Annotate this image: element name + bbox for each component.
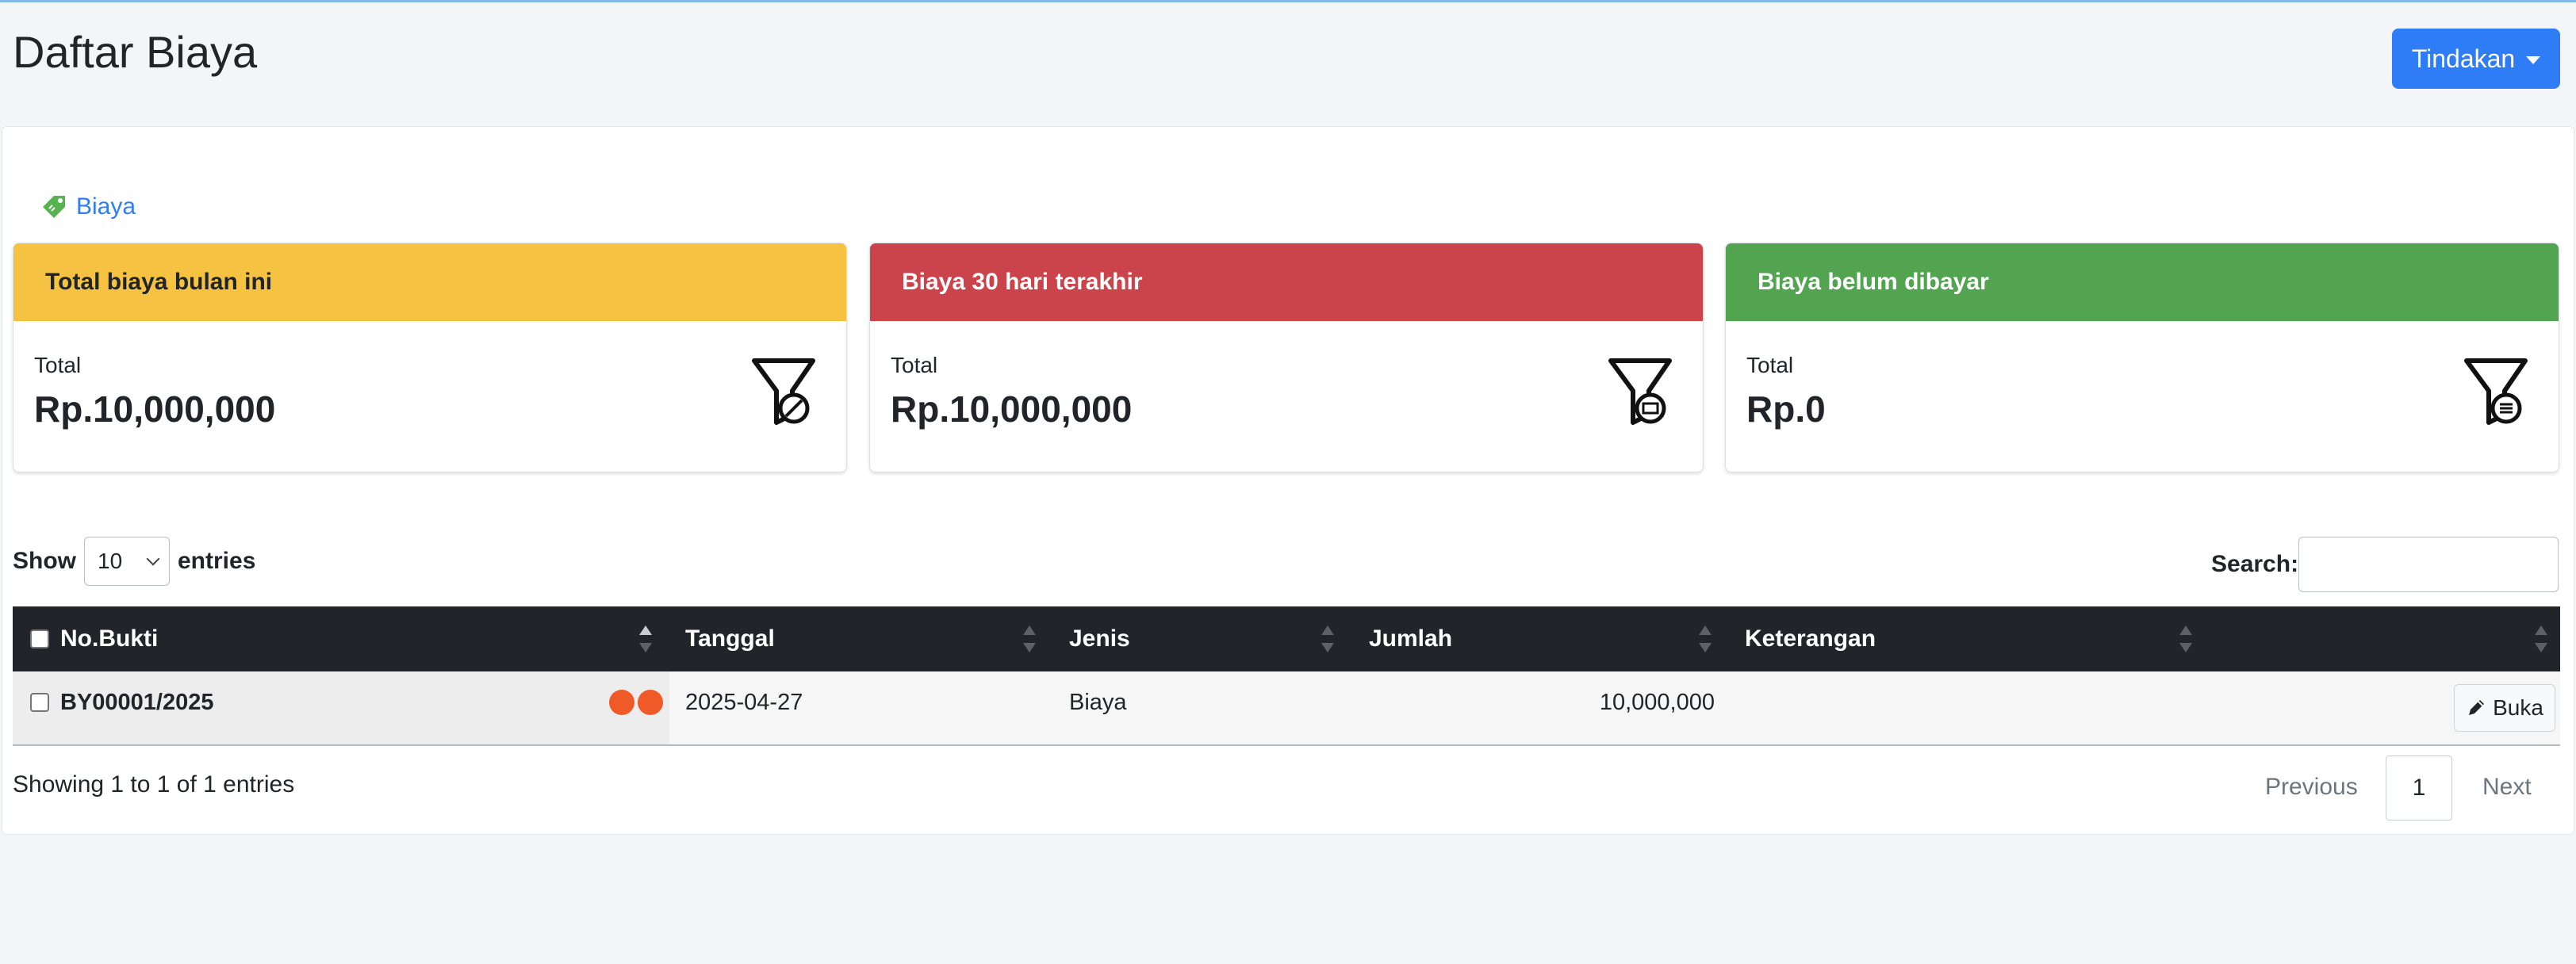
- column-header-jenis[interactable]: Jenis: [1069, 606, 1130, 671]
- card-title: Biaya 30 hari terakhir: [870, 243, 1703, 321]
- tab-label: Biaya: [76, 193, 136, 220]
- cell-tanggal: 2025-04-27: [685, 689, 803, 715]
- sort-icon: [2179, 625, 2192, 652]
- show-label: Show: [13, 548, 76, 574]
- table-header: No.Bukti Tanggal Jenis Jumlah Keterangan: [13, 606, 2560, 671]
- card-value: Rp.10,000,000: [891, 388, 1133, 430]
- table-row[interactable]: BY00001/2025 2025-04-27 Biaya 10,000,000…: [13, 671, 2560, 746]
- summary-card-month: Total biaya bulan ini Total Rp.10,000,00…: [13, 243, 847, 472]
- funnel-icon: [1608, 356, 1674, 431]
- pencil-icon: [2469, 700, 2485, 715]
- actions-button-label: Tindakan: [2411, 44, 2516, 73]
- card-value: Rp.0: [1746, 388, 1826, 430]
- sort-icon: [1023, 625, 1036, 652]
- actions-dropdown-button[interactable]: Tindakan: [2392, 29, 2560, 89]
- card-label: Total: [891, 353, 938, 377]
- row-checkbox[interactable]: [30, 671, 49, 733]
- sort-icon: [1699, 625, 1712, 652]
- entries-label: entries: [178, 548, 256, 574]
- card-label: Total: [34, 353, 82, 377]
- status-dot-icon: [609, 690, 634, 715]
- cell-jenis: Biaya: [1069, 689, 1127, 715]
- previous-page-button[interactable]: Previous: [2265, 754, 2358, 821]
- sort-icon: [2535, 625, 2547, 652]
- card-title: Total biaya bulan ini: [13, 243, 846, 321]
- open-button[interactable]: Buka: [2454, 684, 2555, 732]
- page-1-button[interactable]: 1: [2386, 756, 2452, 821]
- card-label: Total: [1746, 353, 1794, 377]
- sort-icon: [639, 625, 652, 652]
- open-button-label: Buka: [2493, 695, 2543, 720]
- page-title: Daftar Biaya: [13, 27, 258, 77]
- tag-icon: [40, 193, 68, 221]
- card-title: Biaya belum dibayar: [1726, 243, 2559, 321]
- page-length-select[interactable]: 10: [84, 537, 170, 586]
- tab-biaya[interactable]: Biaya: [40, 193, 136, 221]
- card-value: Rp.10,000,000: [34, 388, 276, 430]
- next-page-button[interactable]: Next: [2482, 754, 2532, 821]
- status-dot-icon: [638, 690, 663, 715]
- table-info: Showing 1 to 1 of 1 entries: [13, 771, 295, 798]
- page-length-control: Show 10 entries: [13, 537, 255, 586]
- search-input[interactable]: [2298, 537, 2559, 592]
- column-header-keterangan[interactable]: Keterangan: [1745, 606, 1876, 671]
- status-indicators: [609, 671, 663, 733]
- column-header-tanggal[interactable]: Tanggal: [685, 606, 775, 671]
- funnel-icon: [2463, 356, 2530, 431]
- cell-no-bukti: BY00001/2025: [60, 689, 214, 715]
- summary-card-30days: Biaya 30 hari terakhir Total Rp.10,000,0…: [869, 243, 1704, 472]
- sort-icon: [1321, 625, 1334, 652]
- column-header-no-bukti[interactable]: No.Bukti: [60, 606, 158, 671]
- select-all-checkbox[interactable]: [30, 606, 49, 671]
- search-label: Search:: [2211, 551, 2299, 577]
- chevron-down-icon: [146, 552, 160, 566]
- caret-down-icon: [2526, 56, 2541, 64]
- page-length-value: 10: [98, 549, 123, 573]
- summary-card-unpaid: Biaya belum dibayar Total Rp.0: [1725, 243, 2559, 472]
- cell-jumlah: 10,000,000: [1599, 689, 1715, 715]
- funnel-icon: [751, 356, 818, 431]
- column-header-jumlah[interactable]: Jumlah: [1369, 606, 1452, 671]
